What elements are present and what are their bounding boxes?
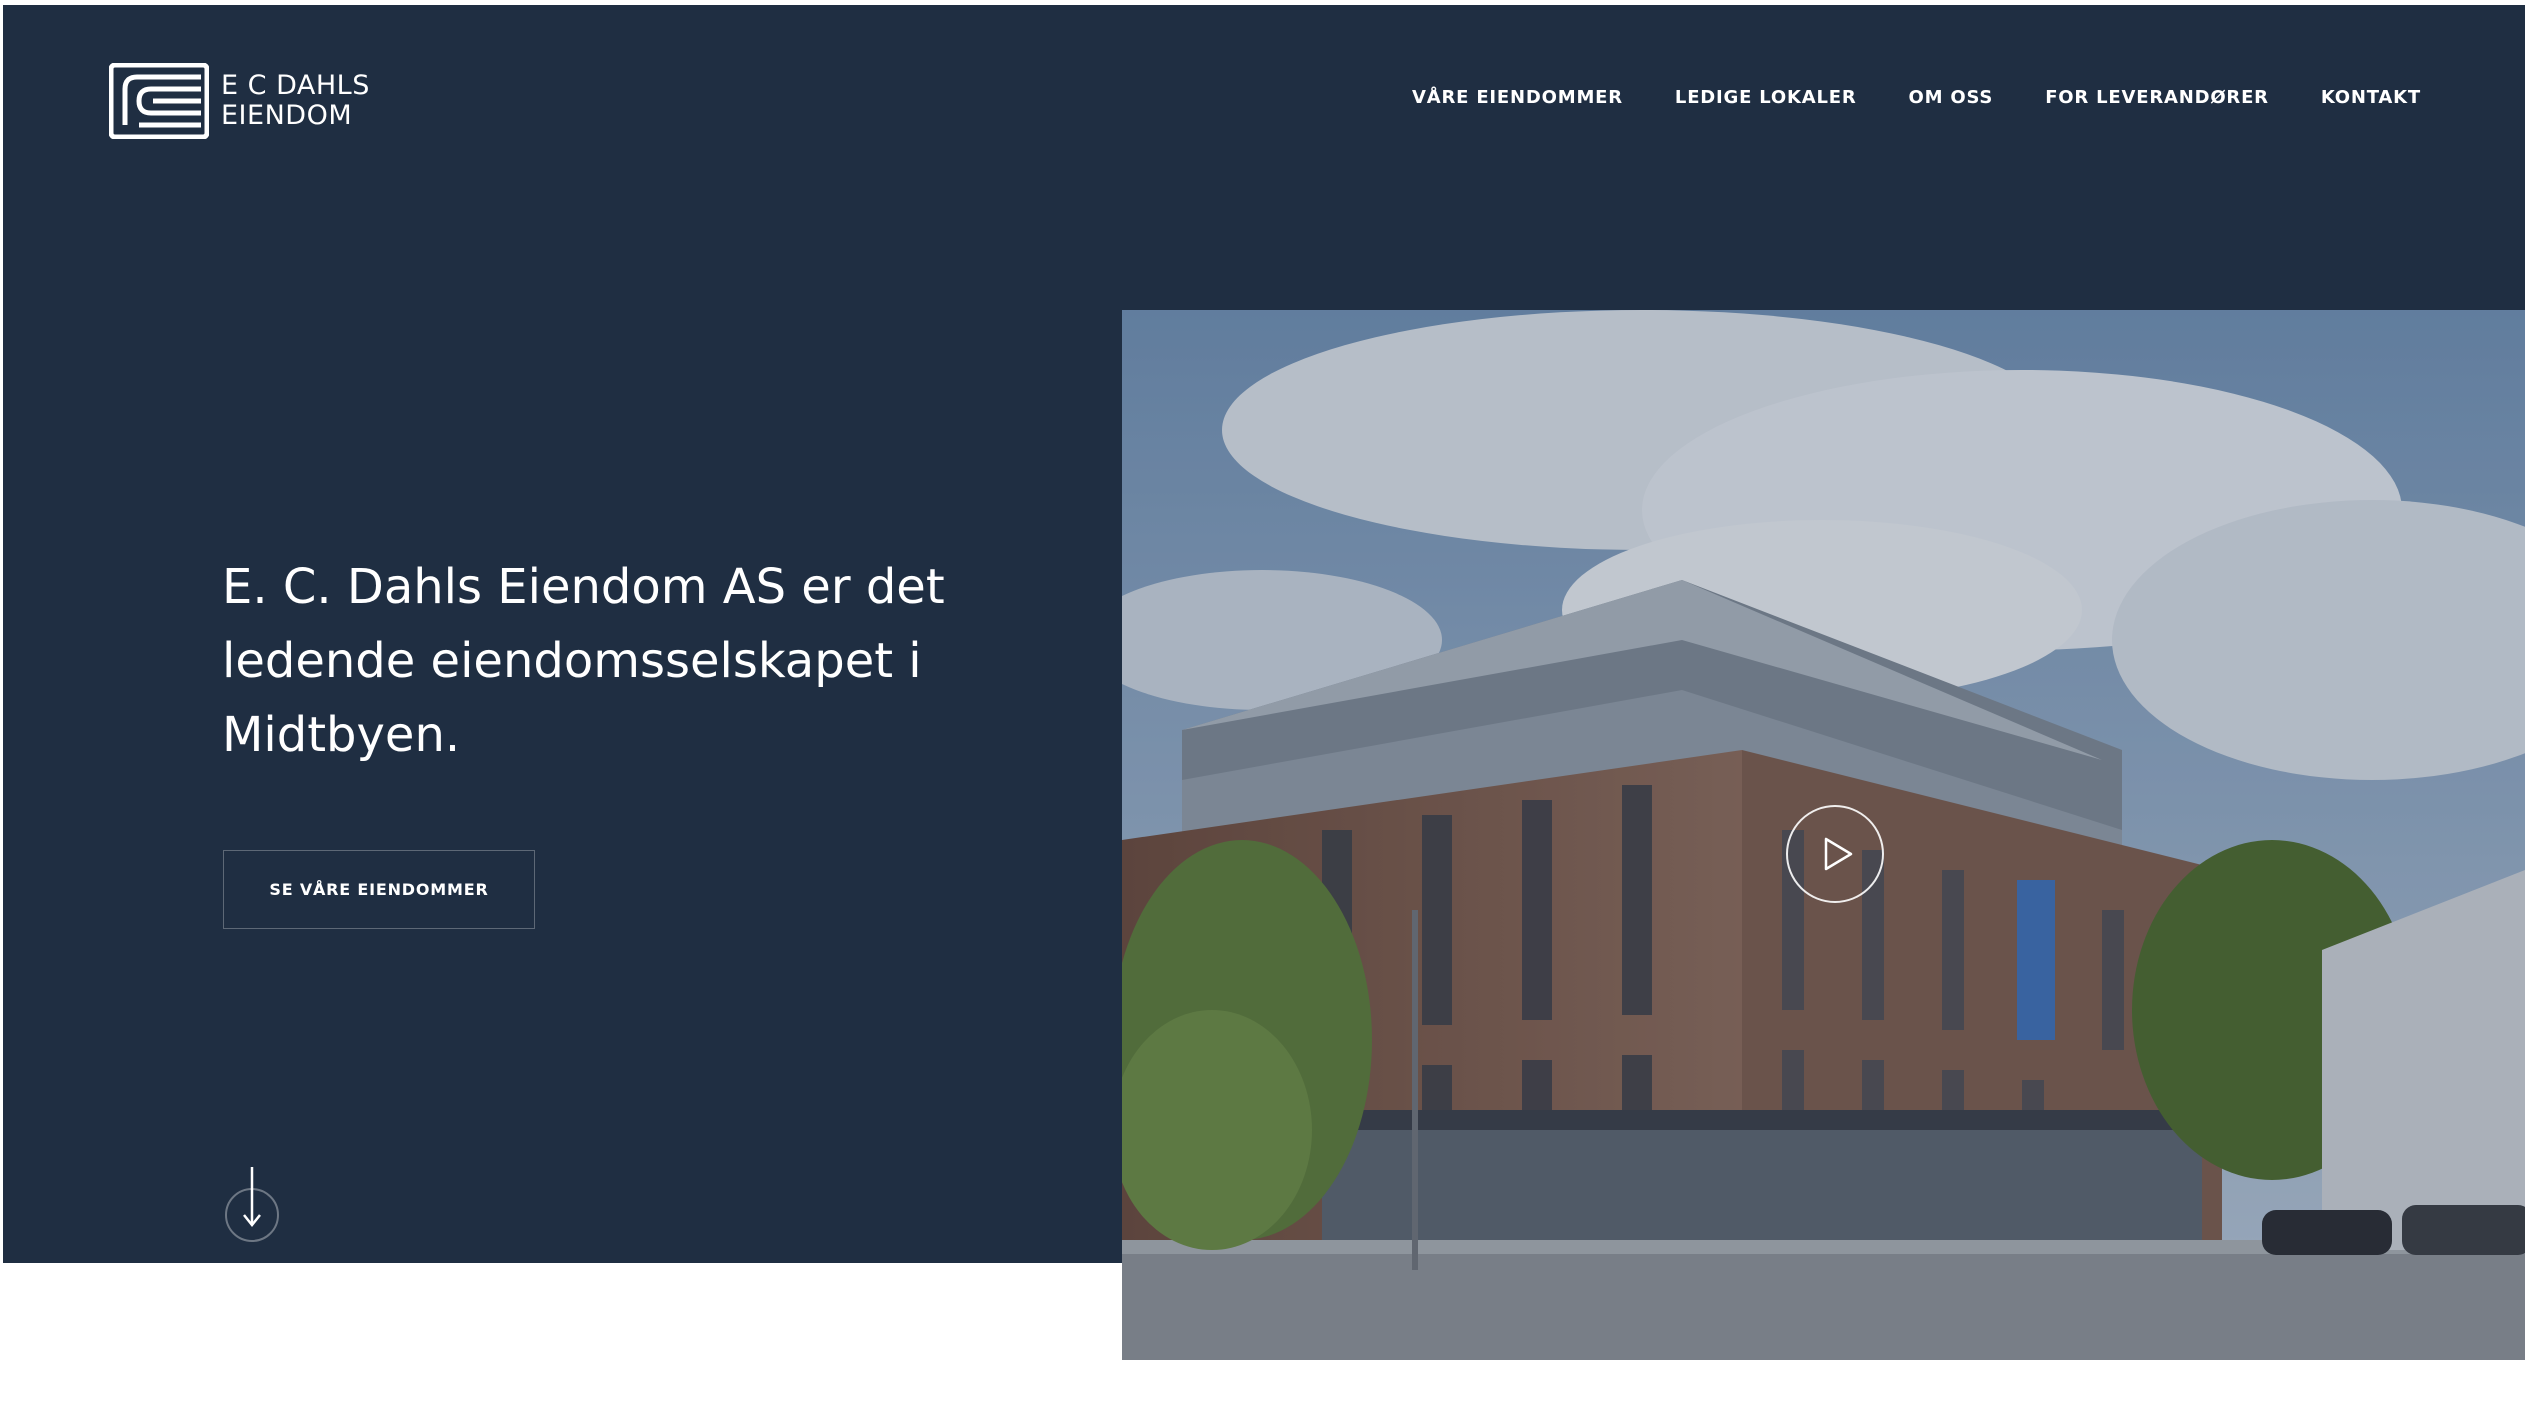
hero-headline-line-1: E. C. Dahls Eiendom AS er det [222,559,945,615]
nav-for-leverandorer[interactable]: FOR LEVERANDØRER [2045,87,2269,108]
arrow-down-icon[interactable] [222,1163,282,1247]
nav-ledige-lokaler[interactable]: LEDIGE LOKALER [1675,87,1857,108]
logo[interactable]: E C DAHLS EIENDOM [109,63,370,139]
nav-kontakt[interactable]: KONTAKT [2321,87,2421,108]
main-nav: VÅRE EIENDOMMER LEDIGE LOKALER OM OSS FO… [1412,87,2421,108]
hero-headline-line-2: ledende eiendomsselskapet i [222,633,922,689]
logo-line-1: E C DAHLS [221,70,370,101]
nav-vare-eiendommer[interactable]: VÅRE EIENDOMMER [1412,87,1623,108]
hero-headline-line-3: Midtbyen. [222,707,461,763]
logo-line-2: EIENDOM [221,100,353,131]
see-properties-button[interactable]: SE VÅRE EIENDOMMER [223,850,535,929]
play-icon[interactable] [1784,803,1886,905]
logo-text: E C DAHLS EIENDOM [221,71,370,131]
nav-om-oss[interactable]: OM OSS [1909,87,1994,108]
logo-icon [109,63,209,139]
hero-headline: E. C. Dahls Eiendom AS er det ledende ei… [222,550,1022,772]
